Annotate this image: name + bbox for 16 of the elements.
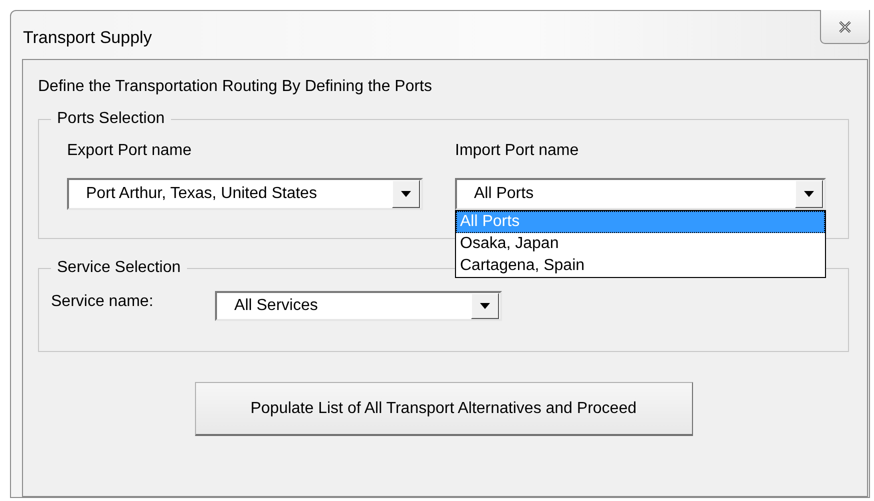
populate-button[interactable]: Populate List of All Transport Alternatives and Proceed: [194, 382, 692, 436]
field-label: Service name:: [51, 293, 154, 311]
dropdown-arrow-icon: [401, 191, 411, 197]
service-dropdown[interactable]: All Services: [215, 291, 502, 321]
import-port-dropdown[interactable]: All Ports: [455, 178, 826, 210]
dropdown-arrow-icon: [480, 303, 490, 309]
instruction-text: Define the Transportation Routing By Defining the Ports: [38, 78, 433, 96]
group-legend: Ports Selection: [51, 110, 171, 128]
dropdown-arrow-icon: [804, 191, 814, 197]
close-button[interactable]: [820, 10, 870, 44]
export-port-dropdown[interactable]: Port Arthur, Texas, United States: [67, 178, 423, 210]
window-title: Transport Supply: [23, 28, 152, 48]
close-icon: [838, 20, 852, 32]
group-legend: Service Selection: [51, 259, 187, 277]
field-label: Import Port name: [455, 142, 580, 160]
field-label: Export Port name: [67, 142, 192, 160]
